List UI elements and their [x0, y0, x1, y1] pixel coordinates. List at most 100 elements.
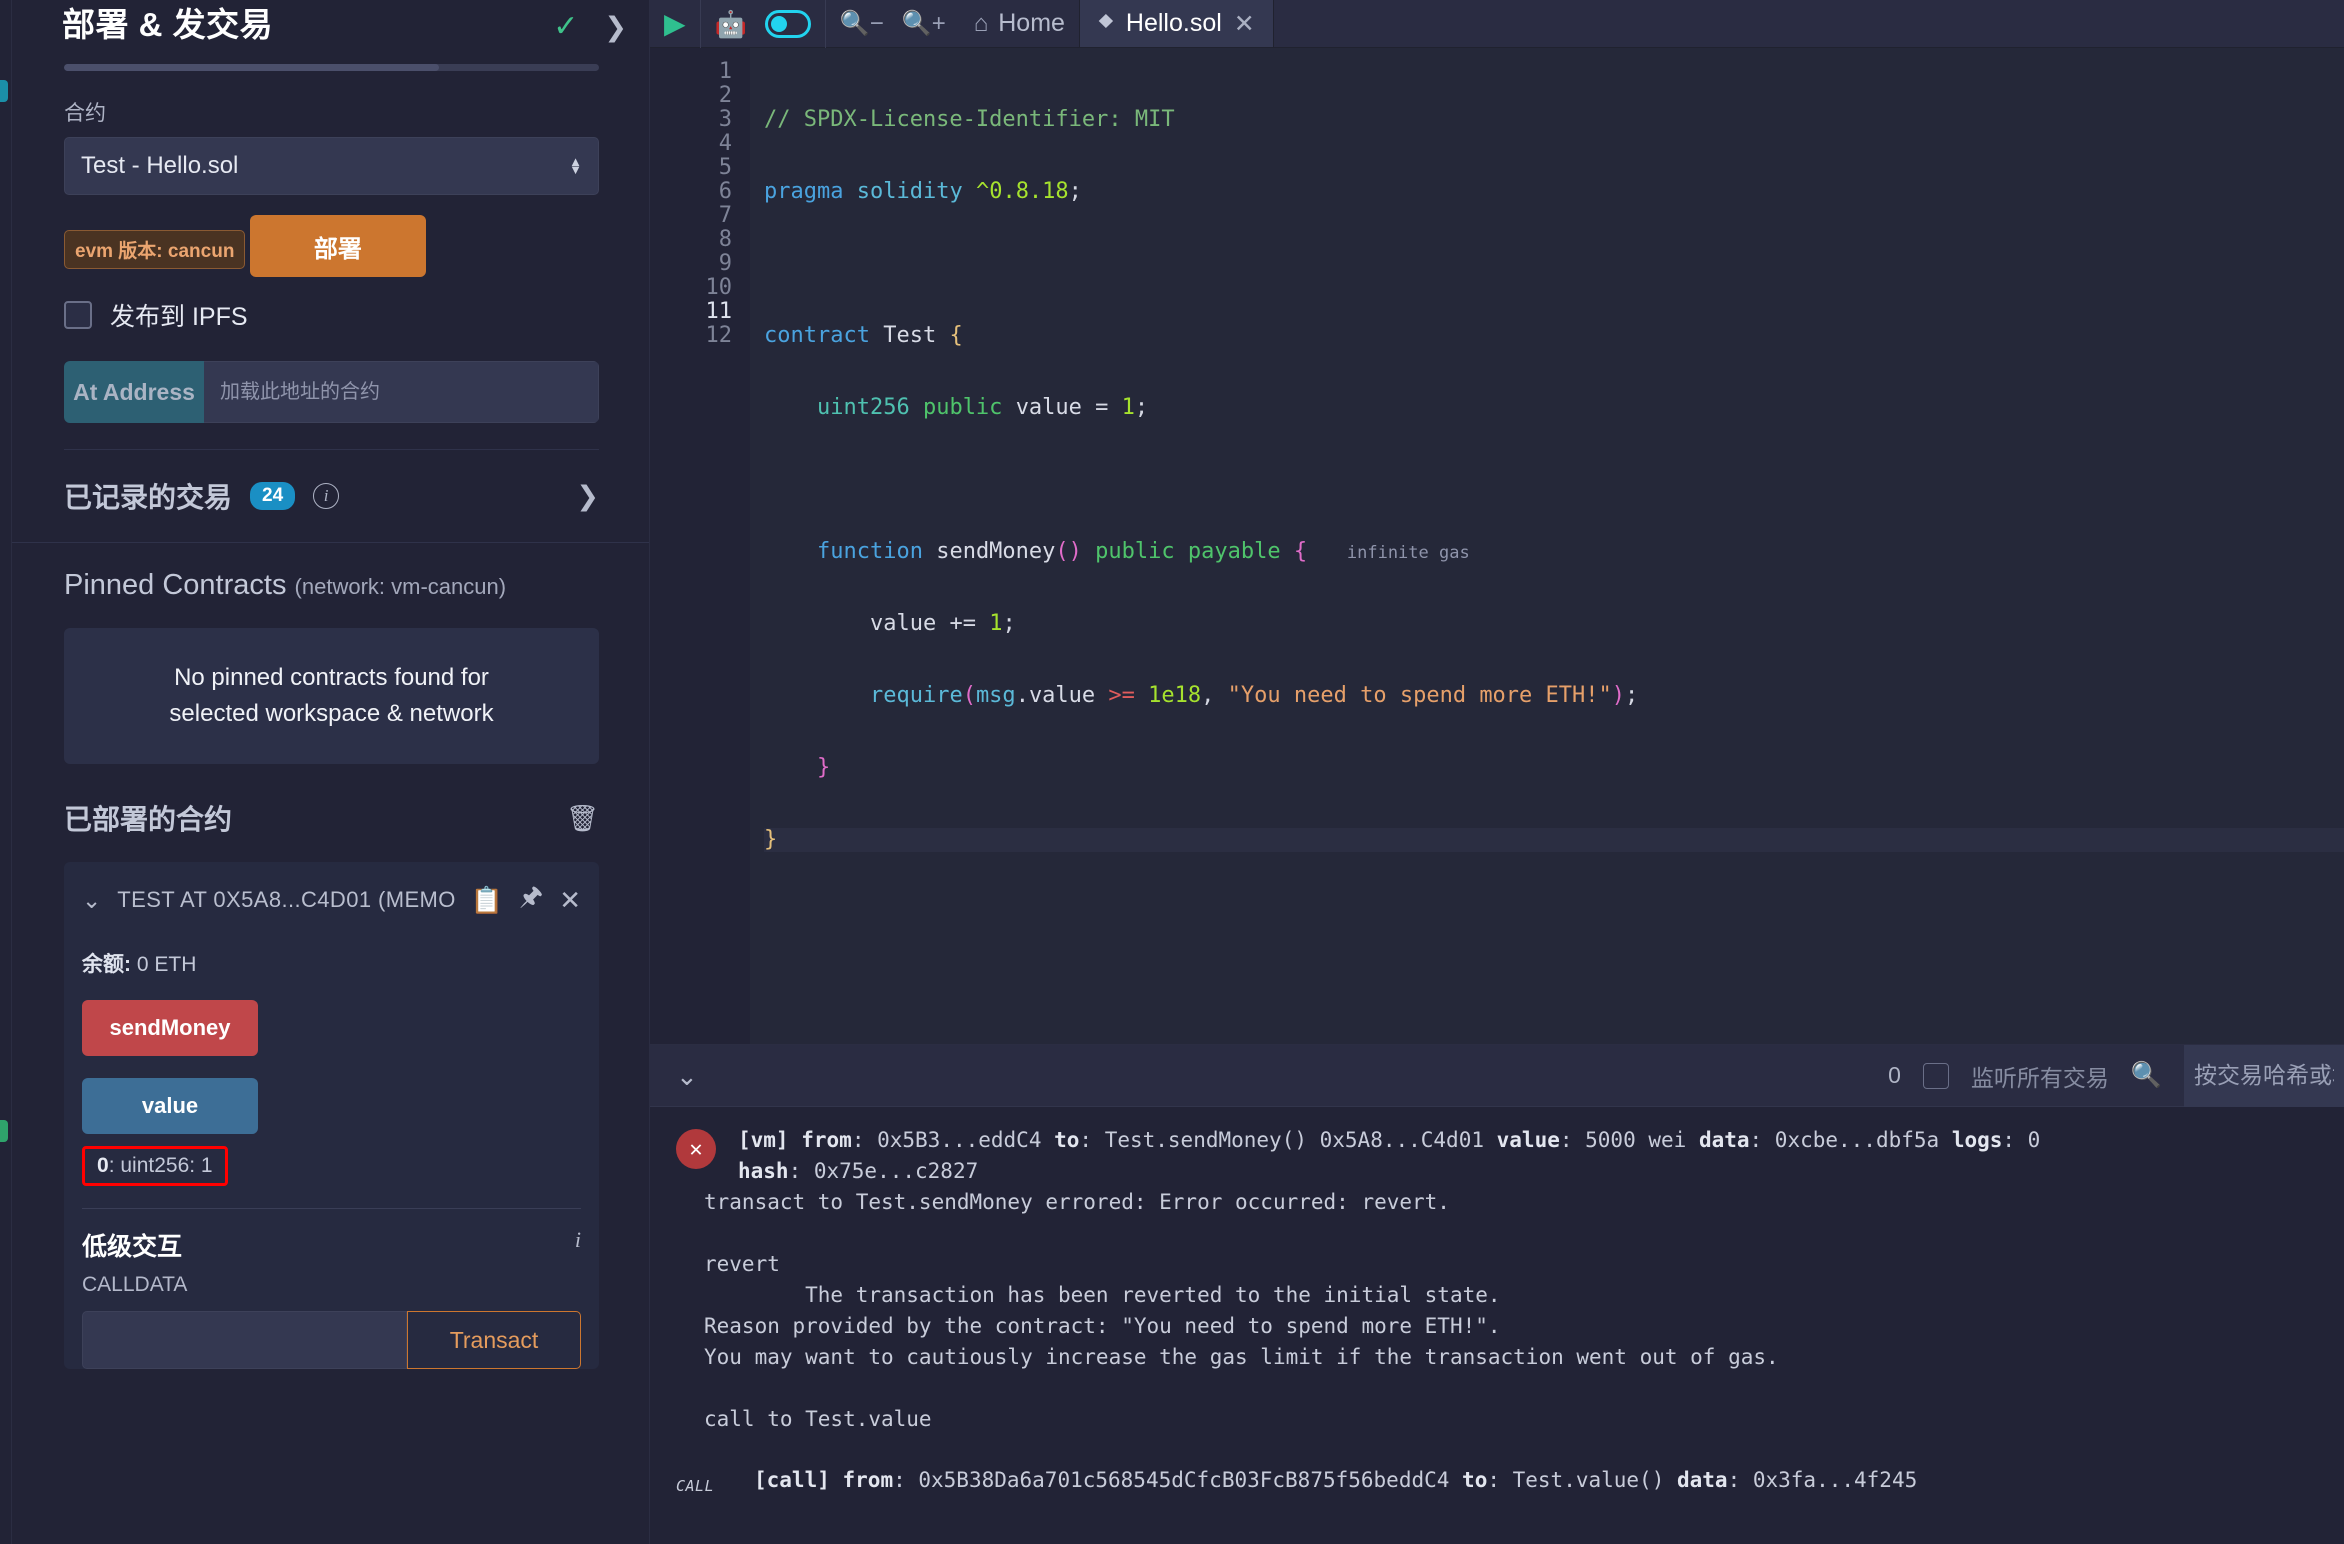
- terminal-log-line: revert: [704, 1252, 780, 1276]
- terminal-entry-error[interactable]: ✕ [vm] from: 0x5B3...eddC4 to: Test.send…: [650, 1119, 2344, 1187]
- function-button-sendmoney[interactable]: sendMoney: [82, 1000, 258, 1056]
- tab-label: Hello.sol: [1125, 9, 1222, 37]
- terminal-entry-header: [vm] from: 0x5B3...eddC4 to: Test.sendMo…: [738, 1128, 2041, 1183]
- toggle-knob: [770, 15, 787, 32]
- publish-ipfs-row[interactable]: 发布到 IPFS: [64, 297, 599, 333]
- contract-label: 合约: [64, 102, 106, 125]
- divider: [82, 1208, 581, 1209]
- function-button-value[interactable]: value: [82, 1078, 258, 1134]
- copy-icon[interactable]: 📋: [471, 885, 503, 916]
- toggle-on-icon[interactable]: [764, 9, 811, 38]
- line-number: 12: [705, 323, 733, 348]
- at-address-row: At Address: [64, 361, 599, 423]
- terminal-log-line: You may want to cautiously increase the …: [704, 1345, 1779, 1369]
- recorded-transactions-row[interactable]: 已记录的交易 24 i ❯: [12, 450, 649, 542]
- recorded-transactions-title: 已记录的交易: [64, 482, 233, 513]
- info-icon[interactable]: i: [575, 1227, 581, 1253]
- terminal-log[interactable]: ✕ [vm] from: 0x5B3...eddC4 to: Test.send…: [650, 1107, 2344, 1544]
- icon-rail: [0, 0, 12, 1544]
- deploy-button[interactable]: 部署: [249, 215, 426, 277]
- code-line-2: pragma solidity ^0.8.18;: [764, 179, 1082, 204]
- code-line-8: value += 1;: [869, 611, 1016, 636]
- publish-ipfs-label: 发布到 IPFS: [110, 303, 248, 331]
- panel-header: 部署 & 发交易 ✓ ❯: [12, 0, 649, 44]
- environment-progress-bar: [64, 64, 599, 71]
- rail-icon-compiler[interactable]: [0, 80, 8, 102]
- editor-toolbar: ▶ 🤖 🔍− 🔍+ ⌂ Home ⯁ Hello.sol ✕: [650, 0, 2344, 48]
- chevron-right-icon[interactable]: ❯: [604, 13, 627, 41]
- robot-icon[interactable]: 🤖: [715, 11, 747, 37]
- code-content[interactable]: // SPDX-License-Identifier: MIT pragma s…: [750, 48, 2344, 1044]
- publish-ipfs-checkbox[interactable]: [64, 301, 92, 329]
- code-line-5: uint256 public value = 1;: [816, 395, 1149, 420]
- page-title: 部署 & 发交易: [62, 6, 274, 43]
- at-address-button[interactable]: At Address: [64, 361, 204, 423]
- transact-button[interactable]: Transact: [407, 1311, 581, 1369]
- deploy-and-run-panel: 部署 & 发交易 ✓ ❯ 合约 Test - Hello.sol ▲ ▼ evm …: [12, 0, 650, 1544]
- pending-count: 0: [1888, 1062, 1901, 1088]
- code-editor[interactable]: 1 2 3 4 5 6 7 8 9 10 11 12 // SPDX-Licen…: [650, 48, 2344, 1044]
- play-icon[interactable]: ▶: [664, 9, 686, 38]
- terminal-toolbar-right: 0 监听所有交易 🔍: [1888, 1044, 2344, 1107]
- rail-icon-deploy[interactable]: [0, 1120, 8, 1142]
- terminal-call-header: [call] from: 0x5B38Da6a701c568545dCfcB03…: [754, 1468, 1918, 1492]
- line-number: 7: [718, 203, 732, 228]
- terminal-log-line: transact to Test.sendMoney errored: Erro…: [704, 1190, 1450, 1214]
- recorded-transactions-count: 24: [250, 482, 296, 510]
- pinned-contracts-empty: No pinned contracts found for selected w…: [64, 628, 599, 764]
- terminal-log-line: Reason provided by the contract: "You ne…: [704, 1314, 1501, 1338]
- calldata-input[interactable]: [82, 1311, 407, 1369]
- editor-area: ▶ 🤖 🔍− 🔍+ ⌂ Home ⯁ Hello.sol ✕ 1 2 3 4 5…: [650, 0, 2344, 1544]
- terminal-log-line: [650, 1373, 2344, 1404]
- terminal-log-line: call to Test.value: [704, 1407, 932, 1431]
- deployed-contract-name: TEST AT 0X5A8...C4D01 (MEMO: [117, 887, 455, 912]
- panel-header-icons: ✓ ❯: [553, 6, 627, 42]
- zoom-group: 🔍− 🔍+: [826, 0, 960, 47]
- contract-select[interactable]: Test - Hello.sol ▲ ▼: [64, 137, 599, 195]
- chevron-down-icon[interactable]: ⌄: [82, 887, 101, 914]
- zoom-in-icon[interactable]: 🔍+: [902, 11, 946, 36]
- contract-select-value: Test - Hello.sol: [81, 152, 239, 179]
- line-number: 10: [705, 275, 733, 300]
- editor-scrollbar[interactable]: [2330, 48, 2344, 1044]
- line-number-active: 11: [705, 299, 733, 324]
- call-badge: CALL: [676, 1477, 715, 1495]
- code-line-4: contract Test {: [764, 323, 963, 348]
- gas-estimate-hint: infinite gas: [1346, 543, 1470, 563]
- calldata-label: CALLDATA: [82, 1273, 188, 1296]
- pinned-contracts-title: Pinned Contracts (network: vm-cancun): [64, 569, 599, 602]
- line-number: 6: [718, 179, 732, 204]
- search-icon[interactable]: 🔍: [2131, 1061, 2162, 1090]
- terminal-entry-call[interactable]: CALL [call] from: 0x5B38Da6a701c568545dC…: [650, 1459, 2344, 1502]
- pin-icon[interactable]: 🖈: [519, 878, 543, 922]
- double-chevron-down-icon[interactable]: ⌄: [676, 1063, 698, 1089]
- contract-balance: 余额: 0 ETH: [82, 948, 581, 978]
- close-icon[interactable]: ✕: [1234, 9, 1255, 39]
- line-number: 4: [718, 131, 732, 156]
- home-tab[interactable]: ⌂ Home: [960, 0, 1079, 47]
- listen-all-checkbox[interactable]: [1922, 1062, 1949, 1089]
- info-icon[interactable]: i: [313, 483, 340, 509]
- trash-icon[interactable]: 🗑: [566, 803, 599, 834]
- tab-hello-sol[interactable]: ⯁ Hello.sol ✕: [1078, 0, 1274, 47]
- contract-balance-key: 余额:: [82, 953, 131, 976]
- listen-all-label: 监听所有交易: [1970, 1064, 2109, 1091]
- close-icon[interactable]: ✕: [559, 885, 581, 916]
- terminal-toolbar: ⌄ 0 监听所有交易 🔍: [650, 1044, 2344, 1107]
- evm-version-badge: evm 版本: cancun: [64, 229, 246, 269]
- deployed-contracts-title: 已部署的合约: [64, 804, 233, 835]
- deployed-contracts-header: 已部署的合约 🗑: [12, 764, 649, 838]
- home-icon: ⌂: [973, 9, 989, 37]
- zoom-out-icon[interactable]: 🔍−: [840, 11, 884, 36]
- at-address-input[interactable]: [204, 361, 599, 423]
- search-input[interactable]: [2184, 1044, 2344, 1107]
- code-line-10: }: [816, 755, 831, 780]
- line-number: 9: [718, 251, 732, 276]
- pinned-empty-line-1: No pinned contracts found for: [174, 664, 489, 691]
- low-level-interactions-header: 低级交互 i: [82, 1227, 581, 1263]
- deployed-contract-header[interactable]: ⌄ TEST AT 0X5A8...C4D01 (MEMO 📋 🖈 ✕: [82, 878, 581, 922]
- chevron-updown-icon: ▲ ▼: [569, 154, 582, 177]
- chevron-right-icon[interactable]: ❯: [576, 482, 599, 510]
- line-number: 1: [718, 59, 732, 84]
